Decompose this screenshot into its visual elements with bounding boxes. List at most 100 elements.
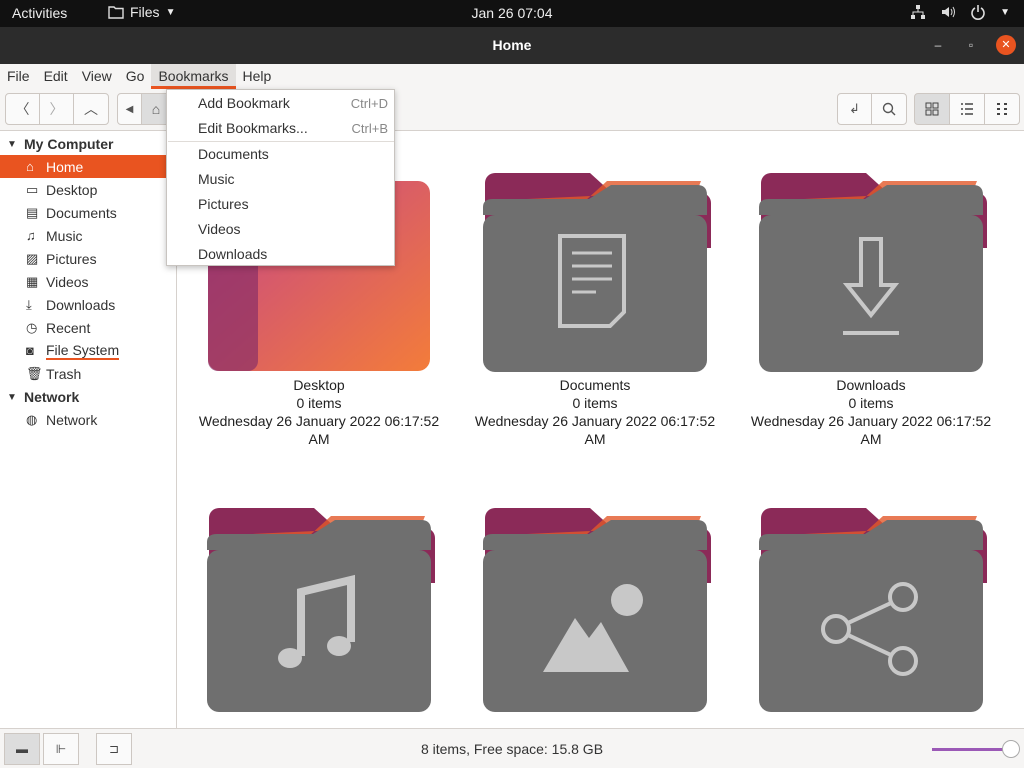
up-button[interactable]: ︿ bbox=[73, 93, 109, 125]
sidebar-item-label: Network bbox=[46, 411, 98, 428]
chevron-left-icon: 〈 bbox=[15, 101, 30, 117]
sidebar-item-label: Documents bbox=[46, 204, 117, 221]
sidebar-item-desktop[interactable]: ▭ Desktop bbox=[0, 178, 166, 201]
menu-item-label: Pictures bbox=[198, 196, 249, 212]
file-item-music[interactable] bbox=[189, 496, 449, 728]
file-name: Documents bbox=[559, 377, 631, 393]
triangle-left-icon: ◀ bbox=[125, 103, 134, 115]
sidebar-item-home[interactable]: ⌂ Home bbox=[0, 155, 166, 178]
menu-item-label: Music bbox=[198, 171, 235, 187]
back-button[interactable]: 〈 bbox=[5, 93, 40, 125]
expander-down-icon: ▼ bbox=[7, 138, 17, 150]
sidebar-item-music[interactable]: ♫ Music bbox=[0, 224, 166, 247]
menu-separator bbox=[168, 141, 394, 142]
forward-button[interactable]: 〉 bbox=[39, 93, 74, 125]
menu-item-shortcut: Ctrl+D bbox=[350, 95, 388, 111]
top-bar: Activities Files ▼ Jan 26 07:04 ▼ bbox=[0, 0, 1024, 27]
file-date: Wednesday 26 January 2022 06:17:52 bbox=[750, 413, 992, 429]
sidebar-item-file-system[interactable]: ◙ File System bbox=[0, 339, 166, 362]
toolbar: 〈 〉 ︿ ◀ ⌂ ↲ bbox=[0, 89, 1024, 131]
grid-view-icon bbox=[925, 102, 939, 116]
expander-down-icon: ▼ bbox=[7, 391, 17, 403]
menu-item-bookmark-downloads[interactable]: Downloads bbox=[198, 243, 388, 265]
menu-item-bookmark-pictures[interactable]: Pictures bbox=[198, 193, 388, 215]
toggle-location-button[interactable]: ↲ bbox=[837, 93, 872, 125]
file-time: AM bbox=[308, 431, 330, 447]
zoom-slider[interactable] bbox=[932, 740, 1020, 758]
file-item-downloads[interactable]: Downloads 0 items Wednesday 26 January 2… bbox=[741, 161, 1001, 448]
status-text: 8 items, Free space: 15.8 GB bbox=[420, 741, 604, 757]
sidebar-item-network[interactable]: ◍ Network bbox=[0, 408, 166, 431]
sidebar-item-label: File System bbox=[46, 341, 120, 360]
sidebar-item-recent[interactable]: ◷ Recent bbox=[0, 316, 166, 339]
share-folder-icon bbox=[759, 508, 987, 712]
sidebar-item-label: Videos bbox=[46, 273, 89, 290]
clock-icon: ◷ bbox=[26, 319, 38, 335]
sidebar: ▼ My Computer ⌂ Home ▭ Desktop ▤ Documen… bbox=[0, 131, 177, 728]
close-button[interactable]: ✕ bbox=[996, 35, 1016, 55]
compact-view-button[interactable] bbox=[984, 93, 1020, 125]
list-view-icon bbox=[961, 103, 973, 115]
menu-item-edit-bookmarks[interactable]: Edit Bookmarks... Ctrl+B bbox=[198, 117, 388, 139]
sidebar-item-label: Pictures bbox=[46, 250, 97, 267]
sidebar-section-my-computer[interactable]: ▼ My Computer bbox=[0, 134, 113, 154]
file-name: Downloads bbox=[836, 377, 906, 393]
file-count: 0 items bbox=[848, 395, 894, 411]
search-button[interactable] bbox=[871, 93, 907, 125]
menu-item-label: Edit Bookmarks... bbox=[198, 120, 308, 136]
location-entry-icon: ↲ bbox=[849, 101, 860, 116]
menu-item-bookmark-videos[interactable]: Videos bbox=[198, 218, 388, 240]
menu-bookmarks[interactable]: Bookmarks bbox=[151, 64, 236, 89]
sidebar-item-label: Recent bbox=[46, 319, 91, 336]
menu-help[interactable]: Help bbox=[236, 64, 279, 89]
clock[interactable]: Jan 26 07:04 bbox=[0, 5, 1024, 21]
bookmarks-menu: Add Bookmark Ctrl+D Edit Bookmarks... Ct… bbox=[166, 89, 395, 266]
file-item-public[interactable] bbox=[741, 496, 1001, 728]
sidebar-section-label: My Computer bbox=[24, 136, 114, 152]
chevron-down-icon: ▼ bbox=[1000, 6, 1010, 18]
menu-item-label: Add Bookmark bbox=[198, 95, 290, 111]
desktop-icon: ▭ bbox=[26, 181, 39, 197]
trash-icon: 🗑 bbox=[26, 365, 43, 381]
file-item-documents[interactable]: Documents 0 items Wednesday 26 January 2… bbox=[465, 161, 725, 448]
menu-item-label: Videos bbox=[198, 221, 241, 237]
menu-edit[interactable]: Edit bbox=[37, 64, 75, 89]
file-name: Desktop bbox=[293, 377, 345, 393]
globe-icon: ◍ bbox=[26, 411, 38, 427]
list-view-button[interactable] bbox=[949, 93, 985, 125]
music-folder-icon bbox=[207, 508, 435, 712]
file-count: 0 items bbox=[572, 395, 618, 411]
document-icon: ▤ bbox=[26, 204, 39, 220]
chevron-up-icon: ︿ bbox=[84, 101, 98, 117]
window-title: Home bbox=[492, 37, 532, 53]
menu-item-add-bookmark[interactable]: Add Bookmark Ctrl+D bbox=[198, 92, 388, 114]
film-icon: ▦ bbox=[26, 273, 39, 289]
drive-icon: ◙ bbox=[26, 343, 34, 358]
file-time: AM bbox=[860, 431, 882, 447]
system-tray[interactable]: ▼ bbox=[910, 4, 1010, 20]
download-icon: ⤓ bbox=[26, 296, 32, 312]
menu-item-bookmark-documents[interactable]: Documents bbox=[198, 143, 388, 165]
sidebar-section-network[interactable]: ▼ Network bbox=[0, 387, 79, 407]
maximize-button[interactable]: ▫ bbox=[961, 35, 981, 55]
sidebar-item-documents[interactable]: ▤ Documents bbox=[0, 201, 166, 224]
menu-file[interactable]: File bbox=[0, 64, 37, 89]
sidebar-item-pictures[interactable]: ▨ Pictures bbox=[0, 247, 166, 270]
menu-item-shortcut: Ctrl+B bbox=[351, 120, 388, 136]
path-scroll-left-button[interactable]: ◀ bbox=[117, 93, 142, 125]
file-time: AM bbox=[584, 431, 606, 447]
sidebar-item-downloads[interactable]: ⤓ Downloads bbox=[0, 293, 166, 316]
minimize-button[interactable]: – bbox=[928, 35, 948, 55]
sidebar-item-trash[interactable]: 🗑 Trash bbox=[0, 362, 166, 385]
menu-item-bookmark-music[interactable]: Music bbox=[198, 168, 388, 190]
icon-view-button[interactable] bbox=[914, 93, 950, 125]
menu-view[interactable]: View bbox=[75, 64, 119, 89]
sidebar-item-videos[interactable]: ▦ Videos bbox=[0, 270, 166, 293]
file-date: Wednesday 26 January 2022 06:17:52 bbox=[474, 413, 716, 429]
file-item-pictures[interactable] bbox=[465, 496, 725, 728]
menu-go[interactable]: Go bbox=[119, 64, 152, 89]
zoom-slider-handle[interactable] bbox=[1002, 740, 1020, 758]
sidebar-item-label: Downloads bbox=[46, 296, 116, 313]
home-icon: ⌂ bbox=[26, 159, 34, 174]
window-titlebar[interactable]: Home – ▫ ✕ bbox=[0, 27, 1024, 64]
